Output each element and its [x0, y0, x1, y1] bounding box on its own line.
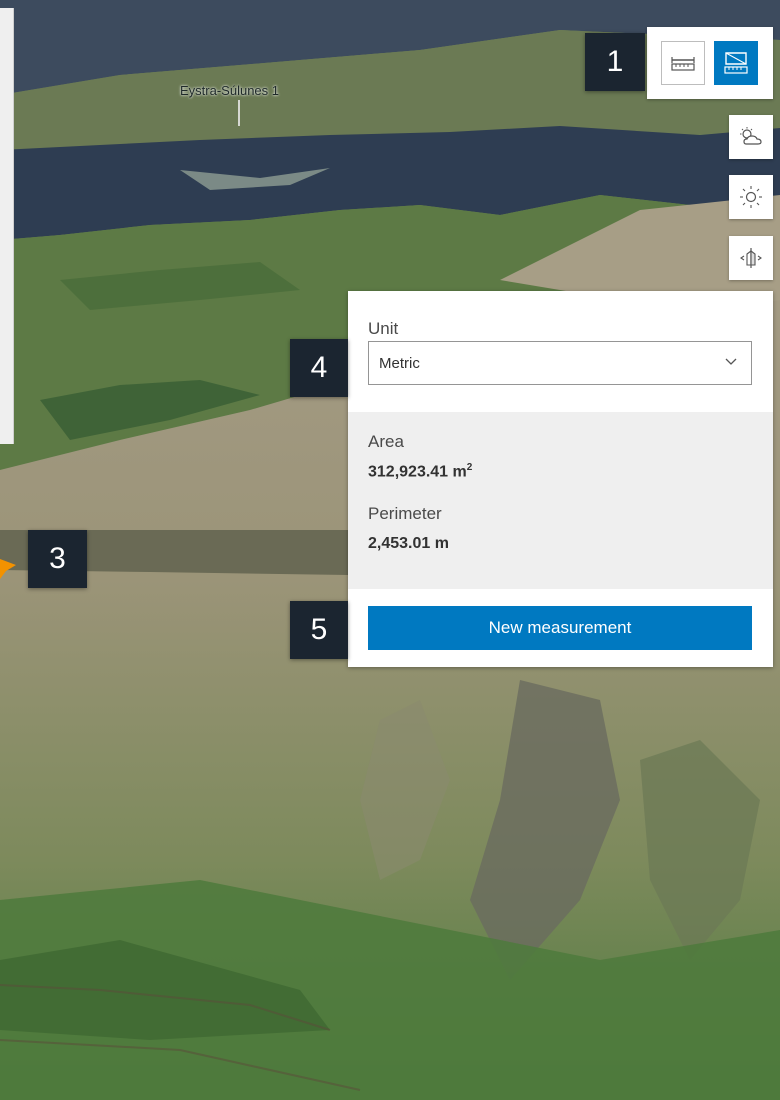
slice-icon: [740, 248, 762, 268]
callout-3: 3: [28, 530, 87, 588]
daylight-button[interactable]: [729, 175, 773, 219]
unit-select[interactable]: Metric: [368, 341, 752, 385]
measurement-vertex-marker[interactable]: [0, 555, 18, 588]
weather-icon: [740, 127, 762, 145]
place-pin: [238, 100, 240, 126]
new-measurement-button[interactable]: New measurement: [368, 606, 752, 650]
area-label: Area: [368, 432, 404, 451]
measurement-toolbar: [647, 27, 773, 99]
area-value: 312,923.41 m2: [368, 462, 473, 481]
slice-button[interactable]: [729, 236, 773, 280]
perimeter-value: 2,453.01 m: [368, 535, 449, 552]
area-measurement-button[interactable]: [714, 41, 758, 85]
callout-4: 4: [290, 339, 348, 397]
unit-label: Unit: [368, 319, 399, 338]
measurement-results: Area 312,923.41 m2 Perimeter 2,453.01 m: [348, 412, 773, 589]
callout-5: 5: [290, 601, 348, 659]
sun-icon: [740, 186, 762, 208]
callout-1: 1: [585, 33, 645, 91]
perimeter-label: Perimeter: [368, 504, 442, 523]
chevron-down-icon: [725, 358, 737, 365]
ruler-area-icon: [724, 52, 748, 74]
ruler-line-icon: [671, 57, 695, 71]
area-measurement-panel: Unit Metric Area 312,923.41 m2 Perimeter…: [348, 291, 773, 667]
weather-button[interactable]: [729, 115, 773, 159]
place-label[interactable]: Eystra-Súlunes 1: [180, 83, 279, 98]
side-panel-edge: [0, 8, 14, 444]
distance-measurement-button[interactable]: [661, 41, 705, 85]
unit-select-value: Metric: [379, 355, 420, 372]
